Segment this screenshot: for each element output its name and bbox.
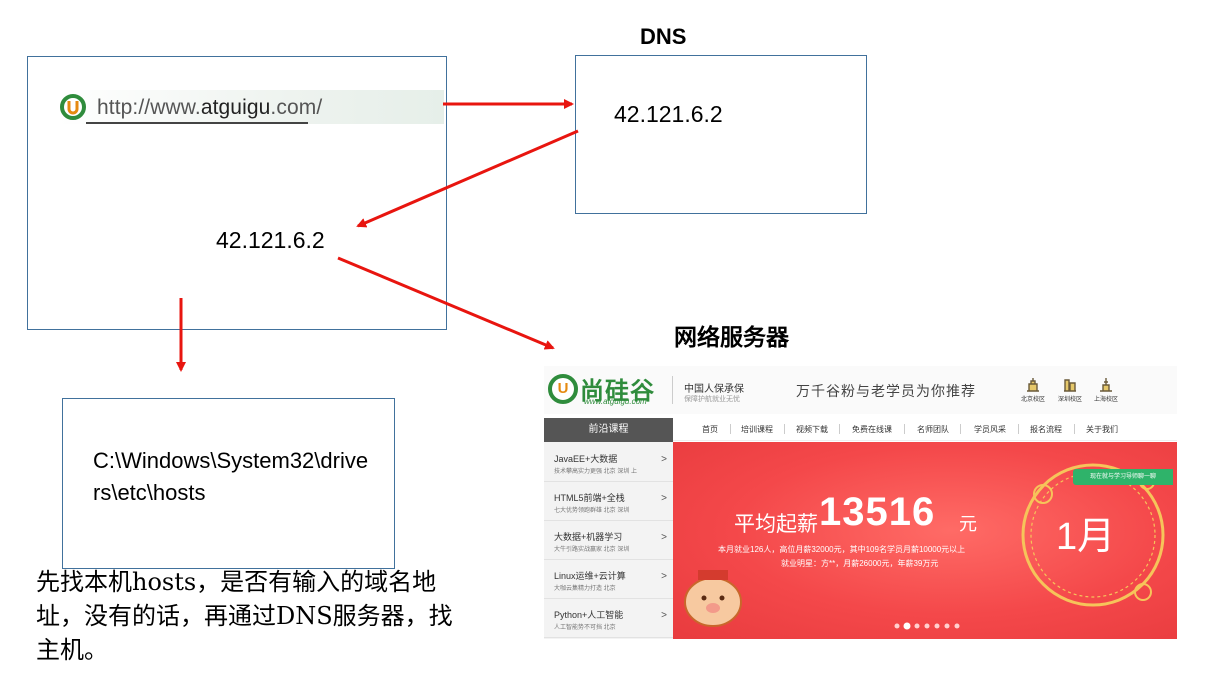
carousel-dots[interactable] — [893, 622, 983, 630]
insurance-title: 中国人保承保 — [684, 384, 744, 395]
nav-separator — [1074, 424, 1075, 434]
chat-with-tutor-button[interactable]: 现在就与学习导师聊一聊 — [1073, 469, 1173, 485]
building-icon — [1027, 378, 1039, 392]
nav-teachers[interactable]: 名师团队 — [917, 424, 949, 435]
chevron-right-icon: > — [661, 610, 667, 621]
side-menu-header: 前沿课程 — [544, 418, 673, 442]
campus-beijing[interactable]: 北京校区 — [1018, 376, 1048, 403]
building-icon — [1100, 378, 1112, 392]
chevron-right-icon: > — [661, 493, 667, 504]
side-item-javaee[interactable]: JavaEE+大数据 技术攀高实力更强 北京 深圳 上 > — [544, 442, 673, 482]
nav-about[interactable]: 关于我们 — [1086, 424, 1118, 435]
nav-video-download[interactable]: 视频下载 — [796, 424, 828, 435]
chevron-right-icon: > — [661, 571, 667, 582]
banner-stats-line1: 本月就业126人，高位月薪32000元，其中109名学员月薪10000元以上 — [718, 545, 966, 554]
site-logo-url: www.atguigu.com — [584, 397, 647, 406]
arrow-dns-to-client — [356, 129, 579, 228]
building-icon — [1064, 379, 1076, 392]
nav-free-online[interactable]: 免费在线课 — [852, 424, 892, 435]
side-item-html5[interactable]: HTML5前端+全栈 七大优势领跑群雄 北京 深圳 > — [544, 481, 673, 521]
nav-separator — [1018, 424, 1019, 434]
banner-avg-label: 平均起薪 — [734, 513, 818, 536]
side-item-linux[interactable]: Linux运维+云计算 大咖云集精力打造 北京 > — [544, 559, 673, 599]
nav-separator — [730, 424, 731, 434]
banner-stats-line2: 就业明星：方**，月薪26000元，年薪39万元 — [781, 559, 939, 568]
banner-month: 1月 — [1056, 516, 1116, 558]
promo-banner[interactable]: 平均起薪 13516 元 本月就业126人，高位月薪32000元，其中109名学… — [673, 442, 1177, 639]
campus-shenzhen[interactable]: 深圳校区 — [1055, 376, 1085, 403]
banner-salary: 13516 — [819, 490, 936, 534]
nav-home[interactable]: 首页 — [702, 424, 718, 435]
pig-mascot-icon — [684, 577, 742, 627]
banner-unit: 元 — [959, 514, 977, 534]
site-logo-icon: U — [548, 374, 578, 404]
nav-courses[interactable]: 培训课程 — [741, 424, 773, 435]
nav-separator — [904, 424, 905, 434]
side-item-python[interactable]: Python+人工智能 人工智能势不可挡 北京 > — [544, 598, 673, 638]
nav-students[interactable]: 学员风采 — [974, 424, 1006, 435]
website-screenshot: U 尚硅谷 www.atguigu.com 中国人保承保 保障护航就业无忧 万千… — [544, 366, 1177, 639]
nav-separator — [960, 424, 961, 434]
campus-shanghai[interactable]: 上海校区 — [1091, 376, 1121, 403]
side-item-bigdata[interactable]: 大数据+机器学习 大牛引路实战赢家 北京 深圳 > — [544, 520, 673, 560]
side-menu: JavaEE+大数据 技术攀高实力更强 北京 深圳 上 > HTML5前端+全栈… — [544, 442, 673, 639]
nav-separator — [784, 424, 785, 434]
nav-separator — [839, 424, 840, 434]
arrow-client-to-server — [337, 256, 555, 350]
header-divider — [672, 376, 673, 404]
chevron-right-icon: > — [661, 532, 667, 543]
site-slogan: 万千谷粉与老学员为你推荐 — [796, 383, 976, 399]
insurance-subtitle: 保障护航就业无忧 — [684, 396, 740, 403]
nav-enroll[interactable]: 报名流程 — [1030, 424, 1062, 435]
chevron-right-icon: > — [661, 454, 667, 465]
